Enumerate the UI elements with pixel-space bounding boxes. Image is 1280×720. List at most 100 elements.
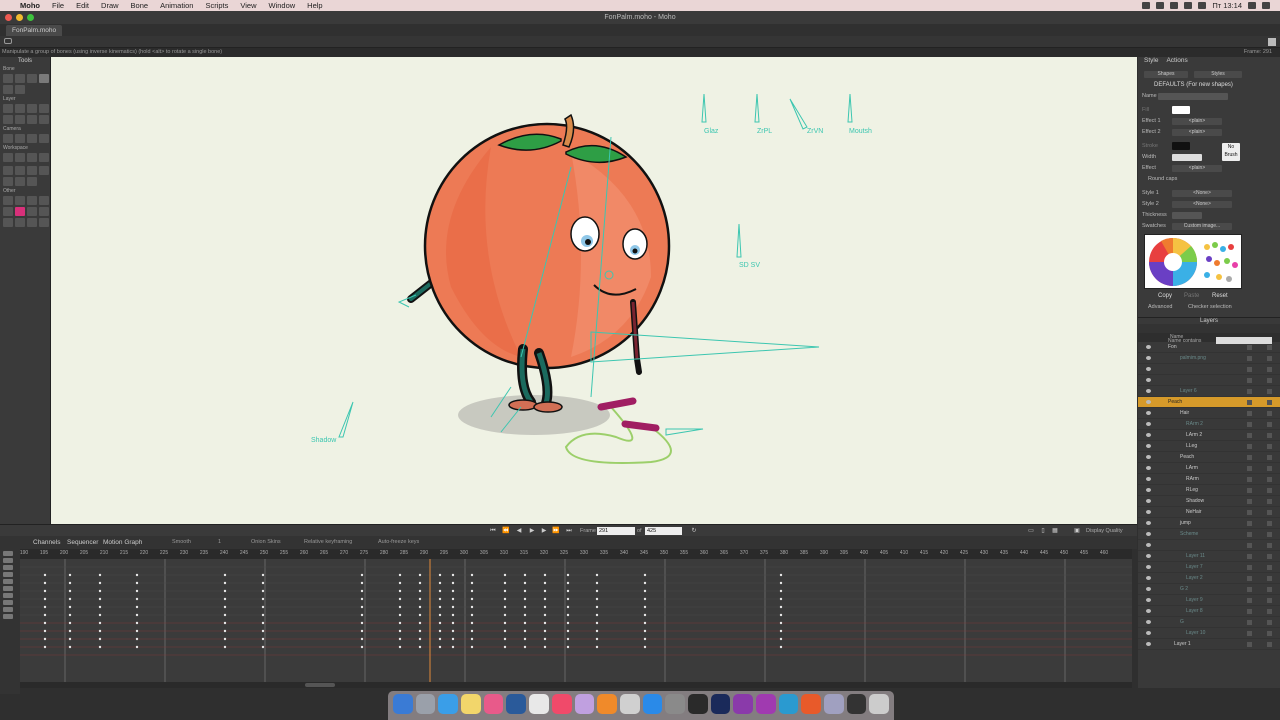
keyframe-dot[interactable] <box>68 597 72 601</box>
keyframe-dot[interactable] <box>223 629 227 633</box>
layer-row[interactable]: Peach <box>1138 452 1280 463</box>
layer-option-checkbox[interactable] <box>1267 631 1272 636</box>
menu-view[interactable]: View <box>234 1 262 10</box>
layer-option-checkbox[interactable] <box>1267 510 1272 515</box>
keyframe-dot[interactable] <box>595 645 599 649</box>
keyframe-dot[interactable] <box>135 637 139 641</box>
app-icon[interactable] <box>574 694 595 714</box>
music-icon[interactable] <box>551 694 572 714</box>
effect2-dropdown[interactable]: <plain> <box>1172 129 1222 136</box>
keyframe-dot[interactable] <box>43 629 47 633</box>
layer-option-checkbox[interactable] <box>1267 433 1272 438</box>
layer-option-checkbox[interactable] <box>1267 345 1272 350</box>
keyframe-dot[interactable] <box>98 597 102 601</box>
rewind-icon[interactable]: ⏮ <box>488 527 498 535</box>
keyframe-dot[interactable] <box>438 621 442 625</box>
layer-row[interactable]: RArm <box>1138 474 1280 485</box>
keyframe-dot[interactable] <box>523 613 527 617</box>
keyframe-dot[interactable] <box>470 589 474 593</box>
keyframe-dot[interactable] <box>223 637 227 641</box>
layer-tool-button[interactable] <box>3 104 13 113</box>
other-tool-button[interactable] <box>15 196 25 205</box>
tab-style[interactable]: Style <box>1144 57 1158 67</box>
keyframe-dot[interactable] <box>566 597 570 601</box>
layer-row[interactable]: NeHair <box>1138 507 1280 518</box>
keyframe-dot[interactable] <box>43 597 47 601</box>
draw-tool-button[interactable] <box>27 166 37 175</box>
layer-option-checkbox[interactable] <box>1247 587 1252 592</box>
keyframe-dot[interactable] <box>360 597 364 601</box>
eye-icon[interactable] <box>1146 444 1151 448</box>
workspace-tool-button[interactable] <box>27 153 37 162</box>
layer-option-checkbox[interactable] <box>1247 554 1252 559</box>
keyframe-dot[interactable] <box>261 645 265 649</box>
layer-option-checkbox[interactable] <box>1247 345 1252 350</box>
keyframe-dot[interactable] <box>261 629 265 633</box>
layer-option-checkbox[interactable] <box>1247 631 1252 636</box>
keyframe-dot[interactable] <box>451 597 455 601</box>
layer-option-checkbox[interactable] <box>1267 400 1272 405</box>
eye-icon[interactable] <box>1146 378 1151 382</box>
layer-row[interactable]: jump <box>1138 518 1280 529</box>
keyframe-dot[interactable] <box>135 629 139 633</box>
app-icon[interactable] <box>801 694 822 714</box>
keyframe-dot[interactable] <box>543 589 547 593</box>
draw-tool-button[interactable] <box>27 177 37 186</box>
keyframe-dot[interactable] <box>43 605 47 609</box>
keyframe-dot[interactable] <box>43 621 47 625</box>
keyframe-dot[interactable] <box>543 621 547 625</box>
keyframe-dot[interactable] <box>543 597 547 601</box>
keyframe-dot[interactable] <box>438 589 442 593</box>
keyframe-dot[interactable] <box>566 621 570 625</box>
wifi-icon[interactable] <box>1184 2 1193 9</box>
keyframe-dot[interactable] <box>543 605 547 609</box>
keyframe-dot[interactable] <box>398 573 402 577</box>
layer-option-checkbox[interactable] <box>1247 466 1252 471</box>
eye-icon[interactable] <box>1146 642 1151 646</box>
keyframe-dot[interactable] <box>470 605 474 609</box>
layer-option-checkbox[interactable] <box>1267 389 1272 394</box>
keyframe-dot[interactable] <box>523 637 527 641</box>
layer-option-checkbox[interactable] <box>1267 422 1272 427</box>
keyframe-dot[interactable] <box>595 597 599 601</box>
reset-button[interactable]: Reset <box>1212 293 1228 299</box>
layer-option-checkbox[interactable] <box>1247 620 1252 625</box>
keyframe-dot[interactable] <box>503 605 507 609</box>
keyframe-dot[interactable] <box>451 573 455 577</box>
keyframe-dot[interactable] <box>451 589 455 593</box>
loop-icon[interactable]: ↻ <box>689 527 699 535</box>
keyframe-dot[interactable] <box>398 605 402 609</box>
width-field[interactable] <box>1172 154 1202 161</box>
keyframe-dot[interactable] <box>470 621 474 625</box>
keyframe-dot[interactable] <box>360 573 364 577</box>
bone-tool-button[interactable] <box>15 74 25 83</box>
bone-label-moutsh[interactable]: Moutsh <box>849 128 872 135</box>
layer-tool-button[interactable] <box>27 104 37 113</box>
bone-label-sdsv[interactable]: SD SV <box>739 262 760 269</box>
layer-tool-button[interactable] <box>39 115 49 124</box>
keyframe-dot[interactable] <box>360 645 364 649</box>
keyframe-dot[interactable] <box>566 581 570 585</box>
layer-option-checkbox[interactable] <box>1247 488 1252 493</box>
layer-row[interactable]: palmim.png <box>1138 353 1280 364</box>
keyframe-dot[interactable] <box>470 637 474 641</box>
timeline-scroll-thumb[interactable] <box>305 683 335 687</box>
keyframe-dot[interactable] <box>261 613 265 617</box>
keyframe-dot[interactable] <box>223 573 227 577</box>
menu-bone[interactable]: Bone <box>125 1 155 10</box>
layer-option-checkbox[interactable] <box>1267 620 1272 625</box>
keyframe-dot[interactable] <box>523 645 527 649</box>
keyframe-dot[interactable] <box>398 621 402 625</box>
keyframe-dot[interactable] <box>43 645 47 649</box>
keyframe-dot[interactable] <box>595 637 599 641</box>
keyframe-dot[interactable] <box>135 613 139 617</box>
other-tool-button[interactable] <box>27 218 37 227</box>
layer-option-checkbox[interactable] <box>1267 378 1272 383</box>
layer-option-checkbox[interactable] <box>1267 543 1272 548</box>
keyframe-dot[interactable] <box>595 573 599 577</box>
auto-freeze-checkbox[interactable]: Auto-freeze keys <box>378 539 419 545</box>
keyframe-dot[interactable] <box>643 637 647 641</box>
eye-icon[interactable] <box>1146 466 1151 470</box>
layer-row[interactable] <box>1138 540 1280 551</box>
eye-icon[interactable] <box>1146 499 1151 503</box>
